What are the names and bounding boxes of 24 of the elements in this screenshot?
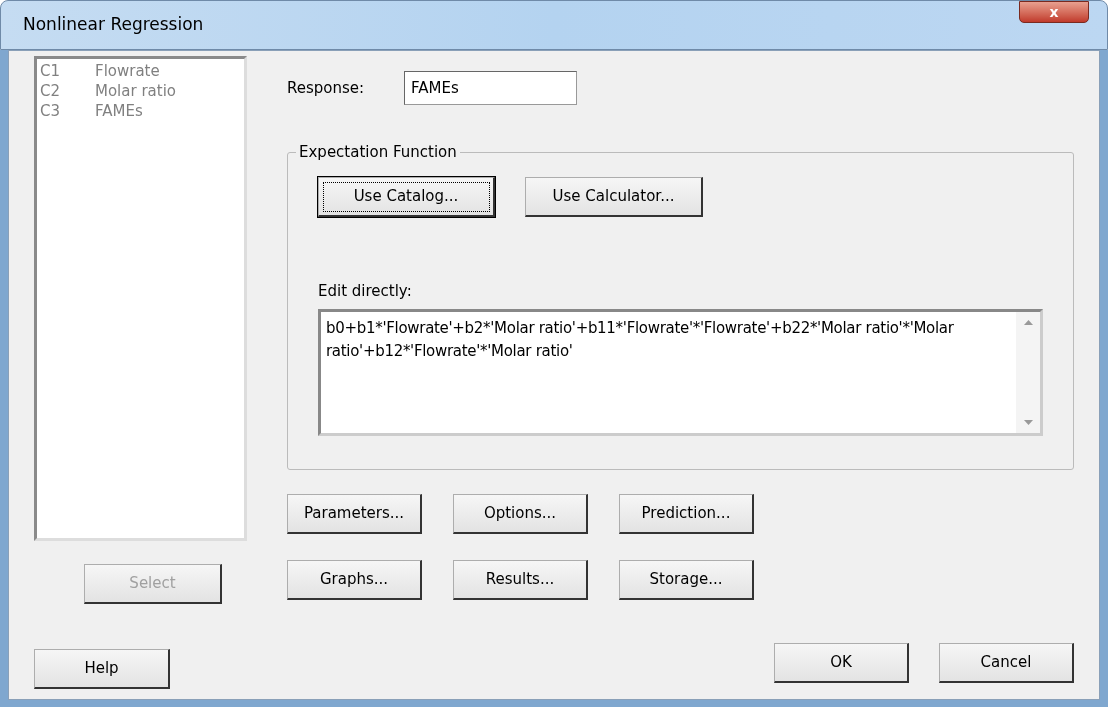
response-field[interactable]: FAMEs [404, 71, 577, 105]
option-button[interactable]: Options... [453, 494, 588, 534]
option-button[interactable]: Results... [453, 560, 588, 600]
scrollbar[interactable] [1016, 311, 1040, 433]
ok-button[interactable]: OK [774, 643, 909, 683]
window-title: Nonlinear Regression [23, 13, 204, 37]
response-label: Response: [287, 77, 366, 99]
function-button[interactable]: Use Catalog... [318, 177, 495, 217]
option-button[interactable]: Parameters... [287, 494, 422, 534]
option-button[interactable]: Storage... [619, 560, 754, 600]
scroll-up-icon[interactable] [1023, 319, 1033, 325]
function-button[interactable]: Use Calculator... [525, 177, 703, 217]
column-item[interactable]: C1 Flowrate [40, 61, 244, 81]
edit-label: Edit directly: [318, 281, 413, 302]
close-button[interactable]: x [1019, 1, 1089, 23]
column-item[interactable]: C3 FAMEs [40, 101, 244, 121]
scroll-down-icon[interactable] [1023, 419, 1033, 425]
option-button[interactable]: Graphs... [287, 560, 422, 600]
option-button[interactable]: Prediction... [619, 494, 754, 534]
column-item[interactable]: C2 Molar ratio [40, 81, 244, 101]
column-list[interactable]: C1 Flowrate C2 Molar ratio C3 FAMEs [34, 56, 247, 541]
cancel-button[interactable]: Cancel [939, 643, 1074, 683]
help-button[interactable]: Help [34, 649, 170, 689]
expression-field[interactable]: b0+b1*'Flowrate'+b2*'Molar ratio'+b11*'Flowrate'*'Flowrate'+b22*'Molar ratio'*'Molar ratio'+b12*'Flowrate'*'Molar ratio' [318, 308, 1043, 436]
